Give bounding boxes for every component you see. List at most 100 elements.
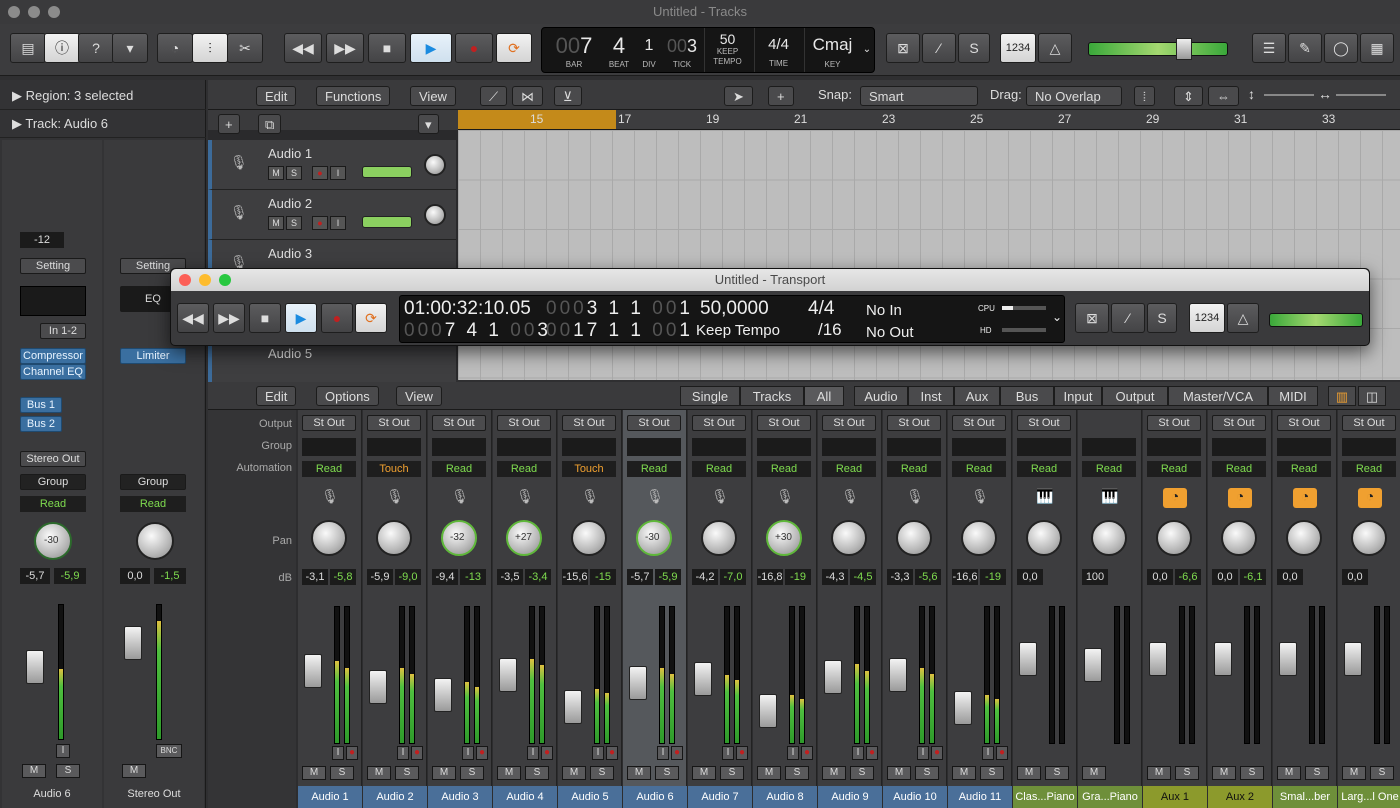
mute-button[interactable]: M — [497, 766, 521, 780]
vertical-zoom-slider[interactable] — [1264, 94, 1314, 96]
filter-audio[interactable]: Audio — [854, 386, 908, 406]
volume-fader[interactable] — [889, 658, 907, 692]
horizontal-fit-icon[interactable]: ⇔ — [1208, 86, 1239, 106]
output-button[interactable]: St Out — [432, 415, 486, 431]
volume-fader[interactable] — [124, 626, 142, 660]
pan-knob[interactable]: -32 — [441, 520, 477, 556]
automation-mode[interactable]: Read — [822, 461, 876, 477]
plugin-channel-eq[interactable]: Channel EQ — [20, 364, 86, 380]
crosshair-tool-icon[interactable]: + — [768, 86, 794, 106]
pan-knob[interactable] — [896, 520, 932, 556]
mute-button[interactable]: M — [22, 764, 46, 778]
output-button[interactable]: St Out — [692, 415, 746, 431]
solo-button[interactable]: S — [980, 766, 1004, 780]
input-monitor-button[interactable]: I — [592, 746, 604, 760]
loops-icon[interactable]: ◯ — [1324, 33, 1358, 63]
output-button[interactable]: St Out — [367, 415, 421, 431]
input-monitor-button[interactable]: I — [527, 746, 539, 760]
mute-button[interactable]: M — [952, 766, 976, 780]
output-button[interactable]: St Out — [562, 415, 616, 431]
record-enable-icon[interactable]: ● — [671, 746, 683, 760]
pan-knob[interactable]: +30 — [766, 520, 802, 556]
mute-button[interactable]: M — [757, 766, 781, 780]
track-header[interactable]: 🎙 Audio 2 M S ● I — [208, 190, 456, 240]
record-enable-icon[interactable]: ● — [736, 746, 748, 760]
group-slot[interactable] — [1212, 438, 1266, 456]
plugin-limiter[interactable]: Limiter — [120, 348, 186, 364]
transport-lcd[interactable]: 01:00:32:10.05 0007 4 1 003 0003 1 1 001… — [399, 295, 1065, 343]
record-enable-icon[interactable]: ● — [541, 746, 553, 760]
record-enable-icon[interactable]: ● — [411, 746, 423, 760]
mute-button[interactable]: M — [268, 166, 284, 180]
output-button[interactable]: Stereo Out — [20, 451, 86, 467]
automation-mode[interactable]: Read — [302, 461, 356, 477]
forward-icon[interactable]: ▶▶ — [213, 303, 245, 333]
mute-button[interactable]: M — [1342, 766, 1366, 780]
output-button[interactable]: St Out — [627, 415, 681, 431]
group-slot[interactable] — [1082, 438, 1136, 456]
automation-mode[interactable]: Read — [1082, 461, 1136, 477]
group-button[interactable]: Group — [120, 474, 186, 490]
group-button[interactable]: Group — [20, 474, 86, 490]
pan-knob[interactable] — [311, 520, 347, 556]
input-monitor-button[interactable]: I — [462, 746, 474, 760]
group-slot[interactable] — [432, 438, 486, 456]
solo-button[interactable]: S — [850, 766, 874, 780]
pan-knob[interactable]: +27 — [506, 520, 542, 556]
automation-mode[interactable]: Read — [120, 496, 186, 512]
volume-fader[interactable] — [1019, 642, 1037, 676]
master-volume-slider[interactable] — [1088, 42, 1228, 56]
mute-button[interactable]: M — [268, 216, 284, 230]
mute-button[interactable]: M — [1017, 766, 1041, 780]
mute-button[interactable]: M — [367, 766, 391, 780]
channel-name[interactable]: Audio 8 — [753, 786, 817, 808]
group-slot[interactable] — [627, 438, 681, 456]
solo-button[interactable]: S — [460, 766, 484, 780]
group-slot[interactable] — [367, 438, 421, 456]
channel-name[interactable]: Audio 6 — [623, 786, 687, 808]
group-slot[interactable] — [562, 438, 616, 456]
count-in-button[interactable]: 1234 — [1000, 33, 1036, 63]
solo-icon[interactable]: S — [958, 33, 990, 63]
solo-button[interactable]: S — [330, 766, 354, 780]
pan-knob[interactable]: -30 — [636, 520, 672, 556]
replace-icon[interactable]: ⊠ — [886, 33, 920, 63]
pointer-tool-icon[interactable]: ➤ — [724, 86, 753, 106]
play-icon[interactable]: ▶ — [285, 303, 317, 333]
solo-button[interactable]: S — [395, 766, 419, 780]
solo-button[interactable]: S — [1045, 766, 1069, 780]
output-button[interactable]: St Out — [1017, 415, 1071, 431]
filter-master-vca[interactable]: Master/VCA — [1168, 386, 1268, 406]
vertical-fit-icon[interactable]: ⇕ — [1174, 86, 1203, 106]
solo-button[interactable]: S — [1175, 766, 1199, 780]
record-enable-icon[interactable]: ● — [931, 746, 943, 760]
solo-button[interactable]: S — [915, 766, 939, 780]
pan-knob[interactable] — [1221, 520, 1257, 556]
record-enable-icon[interactable]: ● — [312, 216, 328, 230]
volume-fader[interactable] — [1344, 642, 1362, 676]
rewind-icon[interactable]: ◀◀ — [177, 303, 209, 333]
automation-mode[interactable]: Touch — [562, 461, 616, 477]
output-button[interactable]: St Out — [1147, 415, 1201, 431]
pan-knob[interactable] — [1091, 520, 1127, 556]
record-icon[interactable]: ● — [455, 33, 493, 63]
input-button[interactable]: In 1-2 — [40, 323, 86, 339]
filter-bus[interactable]: Bus — [1000, 386, 1054, 406]
smart-controls-icon[interactable]: ◔ — [157, 33, 193, 63]
filter-inst[interactable]: Inst — [908, 386, 954, 406]
replace-icon[interactable]: ⊠ — [1075, 303, 1109, 333]
channel-name[interactable]: Audio 5 — [558, 786, 622, 808]
minimize-icon[interactable] — [28, 6, 40, 18]
output-button[interactable]: St Out — [822, 415, 876, 431]
group-slot[interactable] — [757, 438, 811, 456]
output-button[interactable]: St Out — [302, 415, 356, 431]
channel-name[interactable]: Audio 2 — [363, 786, 427, 808]
solo-button[interactable]: S — [1240, 766, 1264, 780]
automation-mode[interactable]: Read — [432, 461, 486, 477]
solo-button[interactable]: S — [655, 766, 679, 780]
volume-fader[interactable] — [1279, 642, 1297, 676]
automation-mode[interactable]: Read — [952, 461, 1006, 477]
group-slot[interactable] — [302, 438, 356, 456]
record-enable-icon[interactable]: ● — [606, 746, 618, 760]
record-enable-icon[interactable]: ● — [996, 746, 1008, 760]
